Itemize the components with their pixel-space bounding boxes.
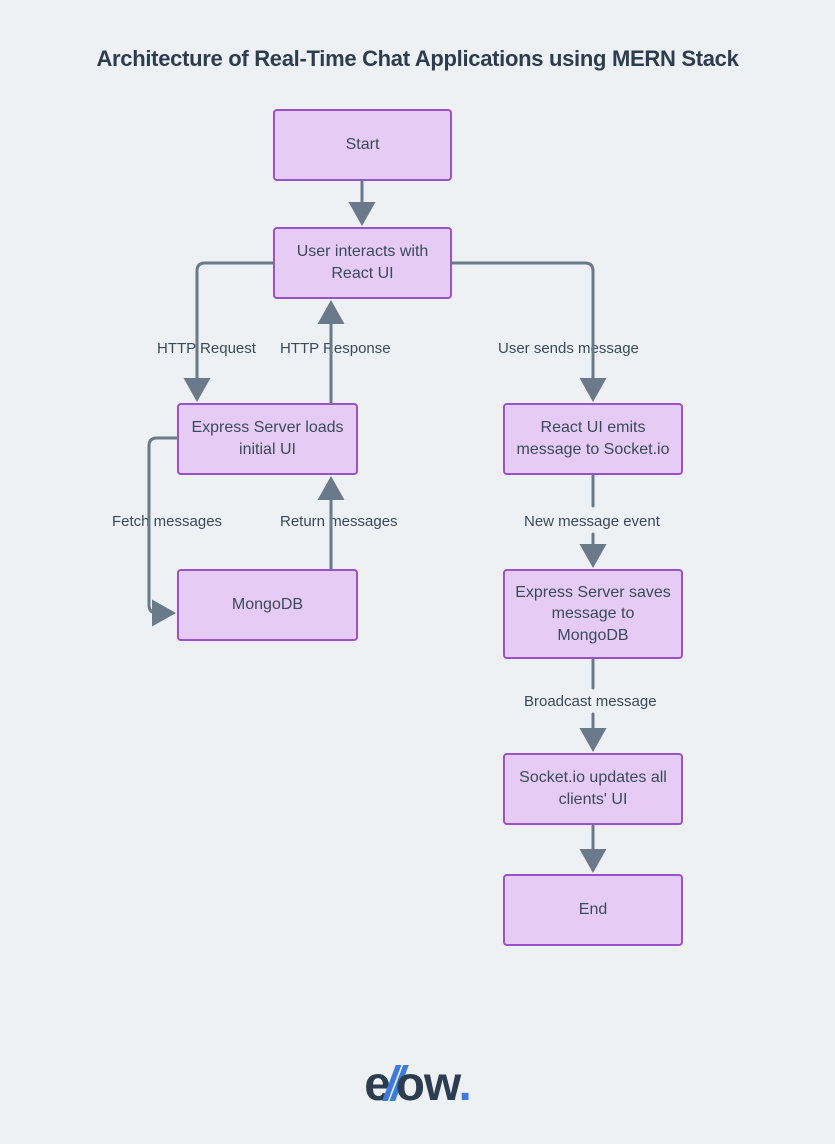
edge-user-sends: User sends message xyxy=(498,340,639,357)
logo-text-2: ow xyxy=(396,1058,459,1111)
node-start: Start xyxy=(273,109,452,181)
edge-http-request: HTTP Request xyxy=(157,340,256,357)
edge-fetch-messages: Fetch messages xyxy=(112,513,222,530)
edge-http-response: HTTP Response xyxy=(280,340,391,357)
node-react-emit: React UI emits message to Socket.io xyxy=(503,403,683,475)
node-express-load: Express Server loads initial UI xyxy=(177,403,358,475)
edge-return-messages: Return messages xyxy=(280,513,398,530)
edge-new-message: New message event xyxy=(524,513,660,530)
node-mongodb: MongoDB xyxy=(177,569,358,641)
node-end: End xyxy=(503,874,683,946)
node-socket-update: Socket.io updates all clients' UI xyxy=(503,753,683,825)
node-express-save: Express Server saves message to MongoDB xyxy=(503,569,683,659)
edge-broadcast: Broadcast message xyxy=(524,693,657,710)
node-react-ui: User interacts with React UI xyxy=(273,227,452,299)
logo-dot: . xyxy=(458,1058,470,1111)
diagram-title: Architecture of Real-Time Chat Applicati… xyxy=(0,46,835,72)
brand-logo: e//ow. xyxy=(0,1057,835,1112)
